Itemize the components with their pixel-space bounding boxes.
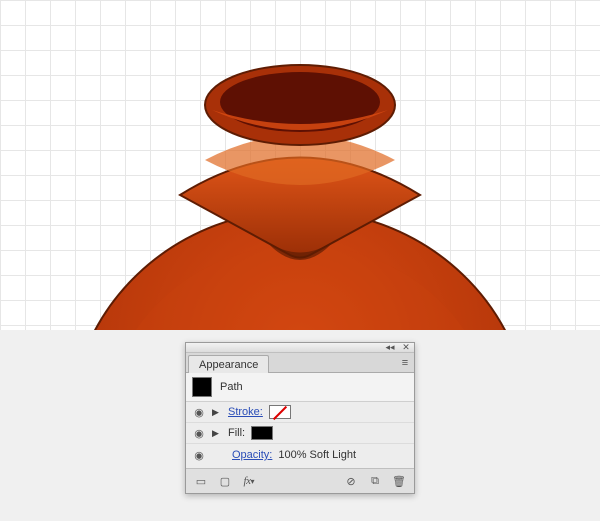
panel-backdrop: ◂◂ ✕ Appearance ≡ Path ◉ ▶ Stroke: ◉ ▶ F…: [0, 330, 600, 521]
target-row: Path: [186, 373, 414, 402]
stroke-swatch[interactable]: [269, 405, 291, 419]
canvas-area: [0, 0, 600, 330]
target-label: Path: [220, 381, 243, 393]
visibility-toggle-stroke[interactable]: ◉: [192, 405, 206, 419]
add-stroke-button[interactable]: ▢: [216, 472, 234, 490]
opacity-value: 100% Soft Light: [278, 449, 356, 461]
disclosure-fill[interactable]: ▶: [212, 428, 222, 439]
tab-appearance[interactable]: Appearance: [188, 355, 269, 373]
panel-tabs: Appearance ≡: [186, 353, 414, 373]
artwork-illustration: [0, 0, 600, 330]
clear-appearance-button[interactable]: ⊘: [342, 472, 360, 490]
close-icon[interactable]: ✕: [400, 344, 412, 352]
stroke-row: ◉ ▶ Stroke:: [186, 402, 414, 423]
panel-menu-icon[interactable]: ≡: [396, 354, 414, 372]
fill-label: Fill:: [228, 427, 245, 439]
visibility-toggle-fill[interactable]: ◉: [192, 426, 206, 440]
duplicate-item-button[interactable]: ⧉: [366, 472, 384, 490]
opacity-label[interactable]: Opacity:: [232, 449, 272, 461]
panel-footer: ▭ ▢ fx▾ ⊘ ⧉ 🗑: [186, 468, 414, 493]
collapse-icon[interactable]: ◂◂: [384, 344, 396, 352]
add-effect-button[interactable]: fx▾: [240, 472, 258, 490]
fill-swatch[interactable]: [251, 426, 273, 440]
delete-item-button[interactable]: 🗑: [390, 472, 408, 490]
new-art-button[interactable]: ▭: [192, 472, 210, 490]
visibility-toggle-opacity[interactable]: ◉: [192, 448, 206, 462]
disclosure-stroke[interactable]: ▶: [212, 407, 222, 418]
fill-row: ◉ ▶ Fill:: [186, 423, 414, 444]
target-thumb[interactable]: [192, 377, 212, 397]
opacity-row: ◉ Opacity: 100% Soft Light: [186, 444, 414, 468]
appearance-panel: ◂◂ ✕ Appearance ≡ Path ◉ ▶ Stroke: ◉ ▶ F…: [185, 342, 415, 494]
panel-titlebar: ◂◂ ✕: [186, 343, 414, 353]
stroke-label[interactable]: Stroke:: [228, 406, 263, 418]
